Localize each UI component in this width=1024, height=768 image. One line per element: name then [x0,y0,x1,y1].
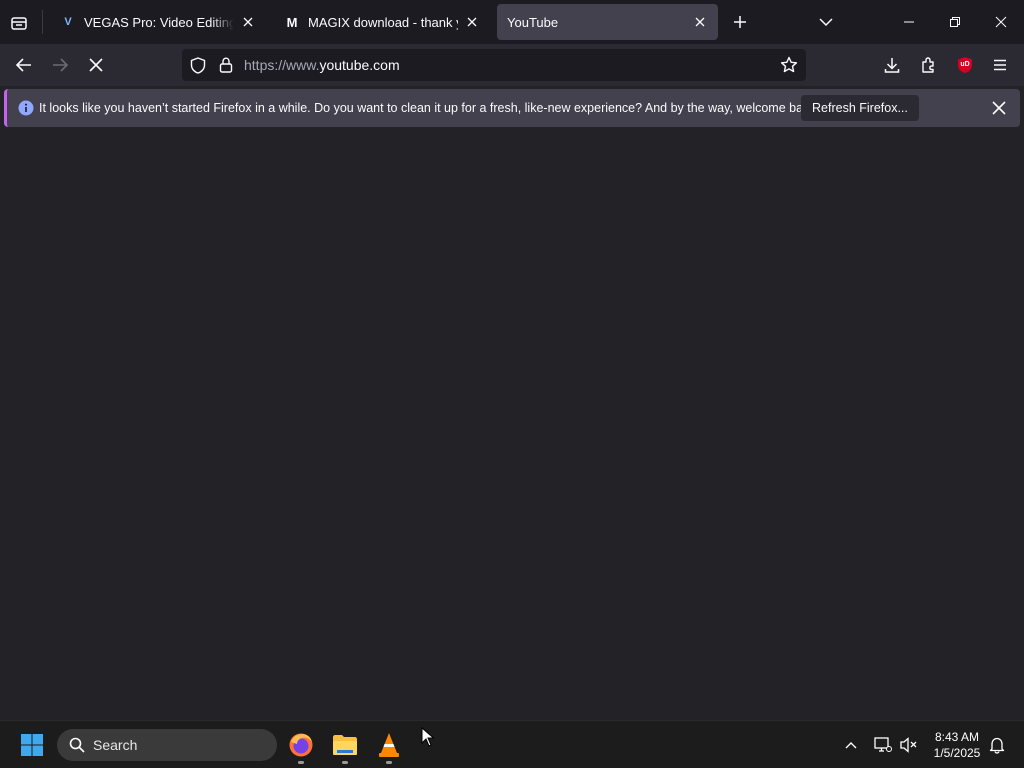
tab-magix[interactable]: M MAGIX download - thank you [274,4,490,40]
firefox-icon [289,733,313,757]
file-explorer-icon [333,735,357,755]
tab-title: VEGAS Pro: Video Editing Software [84,14,234,30]
close-icon[interactable] [464,14,480,30]
search-placeholder: Search [93,737,138,753]
url-domain: youtube.com [319,57,400,73]
url-prefix: https://www. [244,57,320,73]
system-clock[interactable]: 8:43 AM 1/5/2025 [926,729,988,761]
close-icon[interactable] [989,98,1009,118]
vlc-icon [379,733,399,757]
download-icon[interactable] [880,53,904,77]
ublock-origin-icon[interactable]: uD [953,53,977,77]
windows-start-icon[interactable] [17,730,47,760]
notification-bell-icon[interactable] [987,735,1007,755]
shield-icon[interactable] [189,56,207,74]
new-tab-icon[interactable] [728,10,752,34]
tab-vegas[interactable]: V VEGAS Pro: Video Editing Software [50,4,266,40]
clock-time: 8:43 AM [934,730,980,744]
tab-bar: V VEGAS Pro: Video Editing Software M MA… [0,0,1024,44]
forward-icon [46,52,74,78]
clock-date: 1/5/2025 [933,746,981,760]
window-close-icon[interactable] [984,8,1018,36]
vegas-favicon-icon: V [64,16,72,28]
url-text[interactable]: https://www.youtube.com [244,57,400,73]
back-icon[interactable] [10,52,38,78]
taskbar-firefox[interactable] [283,727,319,764]
url-bar[interactable]: https://www.youtube.com [182,49,806,81]
close-icon[interactable] [692,14,708,30]
windows-taskbar: Search 8:43 AM 1/5/2025 [0,720,1024,768]
page-content[interactable] [0,130,1024,720]
refresh-firefox-button[interactable]: Refresh Firefox... [801,95,919,121]
star-icon[interactable] [779,55,799,75]
extensions-icon[interactable] [916,53,940,77]
list-all-tabs-icon[interactable] [814,10,838,34]
close-icon[interactable] [240,14,256,30]
magix-favicon-icon: M [286,14,298,30]
running-indicator [342,761,348,764]
tab-youtube[interactable]: YouTube [497,4,718,40]
menu-icon[interactable] [988,53,1012,77]
ublock-badge: uD [960,61,970,68]
restore-icon[interactable] [938,8,972,36]
taskbar-vlc[interactable] [371,727,407,764]
firefox-view-icon[interactable] [8,12,30,34]
minimize-icon[interactable] [892,8,926,36]
running-indicator [386,761,392,764]
stop-icon[interactable] [82,52,110,78]
tab-title: YouTube [507,14,559,30]
taskbar-file-explorer[interactable] [327,727,363,764]
mouse-cursor-icon [421,727,435,747]
tab-title: MAGIX download - thank you [308,14,458,30]
network-icon[interactable] [873,735,893,755]
volume-muted-icon[interactable] [899,735,919,755]
lock-icon[interactable] [217,56,235,74]
info-icon [18,100,34,116]
chevron-up-icon[interactable] [841,735,861,755]
running-indicator [298,761,304,764]
refresh-firefox-notification: It looks like you haven’t started Firefo… [4,89,1020,127]
taskbar-search-box[interactable]: Search [57,729,277,761]
search-icon [69,737,85,753]
navigation-toolbar: https://www.youtube.com uD [0,44,1024,86]
notification-message: It looks like you haven’t started Firefo… [39,101,820,115]
tab-divider [42,10,43,34]
